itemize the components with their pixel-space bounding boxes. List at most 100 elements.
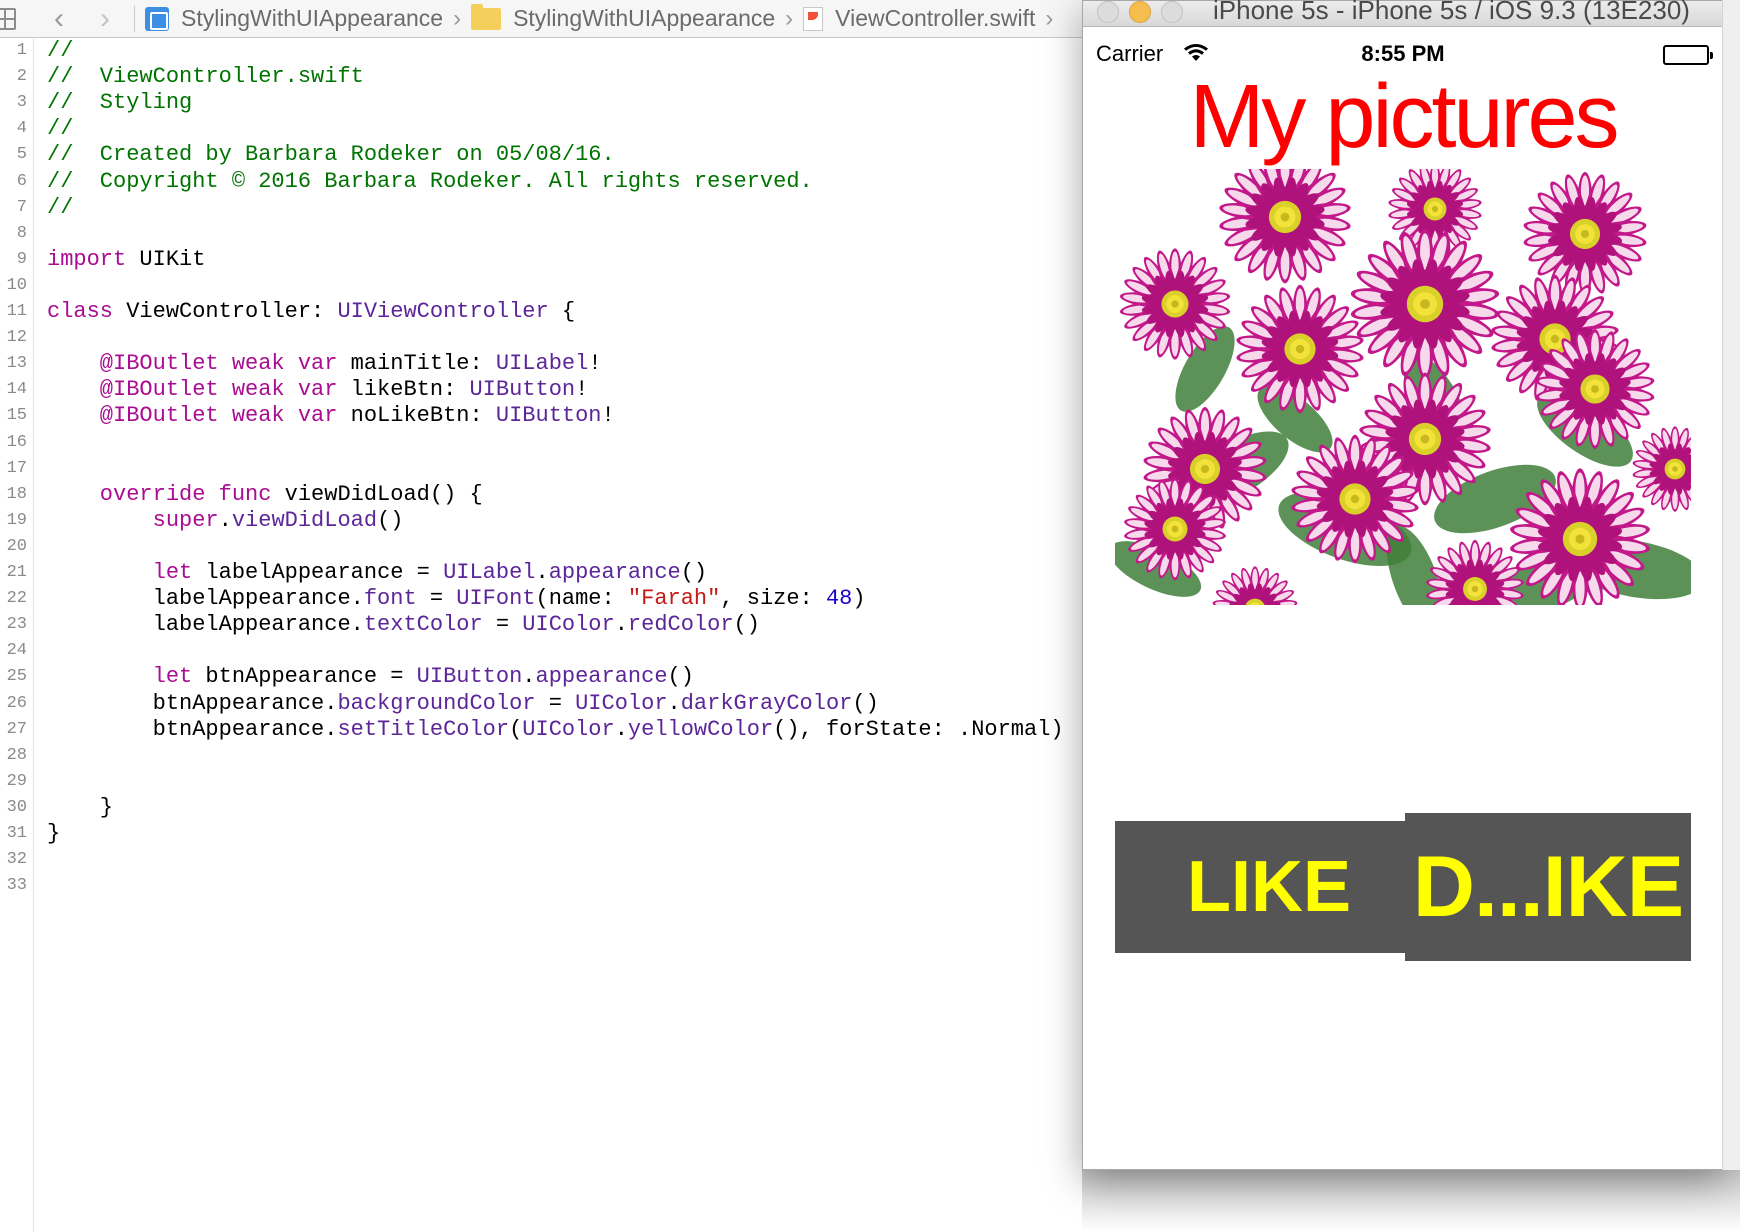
line-number: 15 <box>6 406 27 426</box>
code-line[interactable]: } <box>47 821 60 847</box>
code-line[interactable]: btnAppearance.setTitleColor(UIColor.yell… <box>47 717 1064 743</box>
code-token: () <box>733 612 760 638</box>
code-token: labelAppearance = <box>192 560 444 585</box>
code-token: UIFont <box>456 586 536 612</box>
code-token: () <box>680 560 708 585</box>
code-token: mainTitle: <box>337 351 496 377</box>
window-edge <box>1722 0 1740 1170</box>
ios-status-bar: Carrier 8:55 PM <box>1083 37 1723 71</box>
code-token: ( <box>509 716 523 742</box>
code-token: 48 <box>825 586 853 612</box>
code-token: setTitleColor <box>337 716 510 742</box>
code-line[interactable]: let btnAppearance = UIButton.appearance(… <box>47 664 694 690</box>
code-token: override func <box>47 481 272 507</box>
code-token: labelAppearance. <box>47 586 364 612</box>
code-line[interactable]: } <box>47 795 113 821</box>
code-token: . <box>522 664 536 690</box>
line-number: 3 <box>16 93 27 113</box>
code-token: @IBOutlet weak var <box>47 377 338 403</box>
code-token: = <box>535 690 576 716</box>
simulator-title-bar[interactable]: iPhone 5s - iPhone 5s / iOS 9.3 (13E230) <box>1083 0 1723 27</box>
code-line[interactable]: @IBOutlet weak var likeBtn: UIButton! <box>47 377 589 403</box>
code-line[interactable]: // Copyright © 2016 Barbara Rodeker. All… <box>47 169 813 195</box>
like-button[interactable]: LIKE <box>1115 821 1405 953</box>
code-token: // ViewController.swift <box>47 64 364 90</box>
code-token: textColor <box>363 612 483 638</box>
line-number: 9 <box>16 249 27 269</box>
code-token: ) <box>852 586 866 612</box>
line-number: 11 <box>6 302 27 321</box>
code-line[interactable]: // <box>47 116 73 142</box>
code-line[interactable]: @IBOutlet weak var mainTitle: UILabel! <box>47 351 602 377</box>
window-zoom-button[interactable] <box>1161 1 1183 23</box>
code-token: UIColor <box>522 612 615 638</box>
code-token: labelAppearance. <box>47 612 364 638</box>
code-line[interactable]: // Styling <box>47 90 192 116</box>
code-token: class <box>47 299 114 324</box>
dislike-button[interactable]: D...IKE <box>1405 813 1691 961</box>
code-token: () <box>377 507 404 533</box>
code-token: noLikeBtn: <box>337 403 496 429</box>
line-number: 8 <box>16 223 27 243</box>
code-token: UIViewController <box>337 299 549 324</box>
code-line[interactable]: labelAppearance.textColor = UIColor.redC… <box>47 612 760 638</box>
window-close-button[interactable] <box>1097 1 1119 23</box>
code-token: font <box>363 586 417 612</box>
code-line[interactable]: import UIKit <box>47 247 205 273</box>
line-number: 25 <box>6 667 27 687</box>
line-number: 5 <box>16 145 27 165</box>
code-token: = <box>482 612 523 638</box>
code-line[interactable]: // ViewController.swift <box>47 64 364 90</box>
code-token: UIColor <box>522 716 615 742</box>
code-token: // Created by Barbara Rodeker on 05/08/1… <box>47 142 615 168</box>
code-line[interactable]: @IBOutlet weak var noLikeBtn: UIButton! <box>47 403 615 429</box>
code-token: // <box>47 116 74 142</box>
code-token: @IBOutlet weak var <box>47 351 338 377</box>
folder-icon <box>471 3 502 30</box>
breadcrumb-folder[interactable]: StylingWithUIAppearance <box>471 3 776 32</box>
code-editor[interactable]: //// ViewController.swift// Styling//// … <box>47 38 1077 1232</box>
line-number: 23 <box>6 615 27 635</box>
code-token: backgroundColor <box>337 690 536 716</box>
swift-file-icon <box>803 6 824 31</box>
code-token: UIButton <box>469 377 576 403</box>
breadcrumb-file[interactable]: ViewController.swift <box>803 5 1035 32</box>
line-number: 22 <box>6 589 27 609</box>
code-line[interactable]: super.viewDidLoad() <box>47 507 404 534</box>
code-line[interactable]: // <box>47 195 73 221</box>
code-token: likeBtn: <box>337 377 470 403</box>
line-number: 29 <box>6 771 27 791</box>
code-token: , size: <box>720 586 826 612</box>
code-line[interactable]: override func viewDidLoad() { <box>47 482 483 508</box>
breadcrumb-folder-label: StylingWithUIAppearance <box>513 5 776 31</box>
code-line[interactable]: labelAppearance.font = UIFont(name: "Far… <box>47 586 866 612</box>
line-number: 7 <box>16 197 27 217</box>
code-line[interactable]: // Created by Barbara Rodeker on 05/08/1… <box>47 142 615 168</box>
line-number: 27 <box>6 719 27 739</box>
code-token: UIButton <box>416 664 523 690</box>
line-number: 26 <box>6 693 27 713</box>
window-minimize-button[interactable] <box>1129 1 1151 23</box>
breadcrumb-project-label: StylingWithUIAppearance <box>181 5 444 31</box>
forward-arrow-icon[interactable]: › <box>82 0 128 37</box>
code-token: // <box>47 194 74 220</box>
line-number: 20 <box>6 536 27 556</box>
line-number: 18 <box>6 484 27 504</box>
code-token: btnAppearance. <box>47 690 338 716</box>
code-line[interactable]: class ViewController: UIViewController { <box>47 299 575 325</box>
code-line[interactable]: let labelAppearance = UILabel.appearance… <box>47 560 708 586</box>
back-arrow-icon[interactable]: ‹ <box>36 0 82 37</box>
line-number: 6 <box>16 171 27 191</box>
code-token: ViewController: <box>113 299 338 324</box>
project-icon <box>145 6 169 31</box>
related-items-grid-icon[interactable] <box>0 7 16 30</box>
code-token: @IBOutlet weak var <box>47 403 338 429</box>
code-token: () <box>852 690 879 716</box>
breadcrumb-project[interactable]: StylingWithUIAppearance <box>145 5 443 32</box>
code-line[interactable]: // <box>47 38 73 64</box>
code-token: // Styling <box>47 90 193 116</box>
line-number: 19 <box>6 510 27 530</box>
code-line[interactable]: btnAppearance.backgroundColor = UIColor.… <box>47 691 879 717</box>
